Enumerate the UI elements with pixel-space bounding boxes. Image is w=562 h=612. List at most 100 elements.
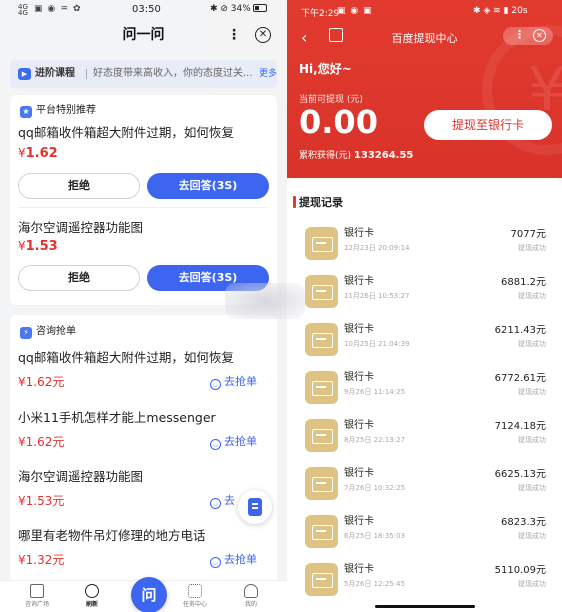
record-row[interactable]: 银行卡 8月25日 22:13:27 7124.18元 提现成功 [287,416,562,464]
consult-card: ⚡ 咨询抢单 qq邮箱收件箱超大附件过期，如何恢复 ¥1.62元 ◡ 去抢单 小米1… [10,315,277,585]
question-price: ¥1.32元 [18,553,65,567]
record-date: 6月25日 18:35:03 [344,532,406,540]
bank-card-icon [305,515,338,548]
record-row[interactable]: 银行卡 12月23日 20:09:14 7077元 提现成功 [287,224,562,272]
question-title[interactable]: qq邮箱收件箱超大附件过期，如何恢复 [18,347,234,366]
record-name: 银行卡 [344,276,374,287]
record-status: 提现成功 [518,292,546,300]
profile-icon [244,584,258,598]
banner-tag: 进阶课程 [35,68,75,79]
task-icon [188,584,202,598]
question-price: ¥1.53元 [18,494,65,508]
accumulated-earnings: 累积获得(元) 133264.55 [299,150,414,161]
tab-task-center[interactable]: 任务中心 [170,584,220,608]
record-amount: 6823.3元 [501,517,546,528]
status-time: 03:50 [132,4,161,15]
banner-more-link[interactable]: 更多 [259,60,277,88]
grab-order-button[interactable]: ◡ 去抢单 [210,433,257,450]
withdraw-hero: ¥ 下午2:29 ▣ ◉ ▣ ✱ ◈ ≋ ▮ 20s ‹ 百度提现中心 ⋮ ✕ … [287,0,562,178]
battery-icon [252,4,267,12]
record-date: 8月25日 22:13:27 [344,436,406,444]
record-name: 银行卡 [344,468,374,479]
refresh-icon [85,584,99,598]
records-title: 提现记录 [293,196,343,209]
close-icon[interactable]: ✕ [255,27,271,43]
course-banner[interactable]: ▶ 进阶课程 好态度带来高收入，你的态度过关... 更多 [10,60,277,88]
record-name: 银行卡 [344,228,374,239]
record-status: 提现成功 [518,244,546,252]
question-price: ¥1.53 [18,239,58,254]
record-row[interactable]: 银行卡 7月26日 10:32:25 6625.13元 提现成功 [287,464,562,512]
record-name: 银行卡 [344,516,374,527]
screenshot-root: 4G 4G ▣ ◉ ♒ ✿ 03:50 ✱ ⊘ 34% 问一问 ⋮ ✕ ▶ 进阶… [0,0,562,612]
smile-icon: ◡ [210,379,221,390]
bank-card-icon [305,419,338,452]
right-phone-screen: ¥ 下午2:29 ▣ ◉ ▣ ✱ ◈ ≋ ▮ 20s ‹ 百度提现中心 ⋮ ✕ … [287,0,562,612]
home-icon [30,584,44,598]
record-amount: 6772.61元 [494,373,546,384]
reject-button[interactable]: 拒绝 [18,265,140,291]
record-name: 银行卡 [344,324,374,335]
record-status: 提现成功 [518,532,546,540]
grab-order-button[interactable]: ◡ 去 [210,492,235,509]
notification-icons: ▣ ◉ ▣ [337,6,373,16]
recommended-card: ★ 平台特别推荐 qq邮箱收件箱超大附件过期，如何恢复 ¥1.62 拒绝 去回答(… [10,95,277,305]
record-amount: 7124.18元 [494,421,546,432]
question-title[interactable]: 海尔空调遥控器功能图 [18,466,143,485]
status-bar: 4G 4G ▣ ◉ ♒ ✿ 03:50 ✱ ⊘ 34% [0,0,287,612]
tab-ask[interactable]: 问 [124,577,174,612]
banner-text: 好态度带来高收入，你的态度过关... [93,68,253,79]
tab-refresh[interactable]: 刷新 [67,584,117,608]
record-name: 银行卡 [344,564,374,575]
floating-document-button[interactable] [238,490,272,524]
bank-card-icon [305,467,338,500]
record-name: 银行卡 [344,372,374,383]
question-title[interactable]: 海尔空调遥控器功能图 [18,217,143,236]
withdraw-to-bank-button[interactable]: 提现至银行卡 [424,110,552,140]
grab-order-button[interactable]: ◡ 去抢单 [210,373,257,390]
banner-divider [86,69,87,79]
bank-card-icon [305,563,338,596]
blur-artifact [225,283,305,319]
more-options-icon[interactable]: ⋮ [514,28,525,41]
withdraw-records: 提现记录 银行卡 12月23日 20:09:14 7077元 提现成功 银行卡 11月26… [287,178,562,612]
play-icon: ▶ [18,68,31,80]
bank-card-icon [305,227,338,260]
record-date: 9月26日 11:14:25 [344,388,406,396]
bottom-tab-bar: 咨询广场 刷新 问 任务中心 我的 [0,577,287,612]
star-icon: ★ [20,106,32,118]
record-amount: 6625.13元 [494,469,546,480]
record-row[interactable]: 银行卡 11月26日 10:53:27 6881.2元 提现成功 [287,272,562,320]
record-amount: 6211.43元 [494,325,546,336]
home-indicator [375,605,475,608]
divider [18,207,269,208]
record-date: 11月26日 10:53:27 [344,292,410,300]
record-date: 5月26日 12:25:45 [344,580,406,588]
record-status: 提现成功 [518,484,546,492]
bank-card-icon [305,371,338,404]
question-title[interactable]: qq邮箱收件箱超大附件过期，如何恢复 [18,122,234,141]
question-title[interactable]: 小米11手机怎样才能上messenger [18,407,216,426]
more-options-icon[interactable]: ⋮ [226,24,242,46]
close-icon[interactable]: ✕ [533,29,546,42]
record-status: 提现成功 [518,580,546,588]
record-row[interactable]: 银行卡 9月26日 11:14:25 6772.61元 提现成功 [287,368,562,416]
question-title[interactable]: 哪里有老物件吊灯修理的地方电话 [18,525,206,544]
answer-button[interactable]: 去回答(3S) [147,173,269,199]
record-date: 10月25日 21:04:39 [344,340,410,348]
record-row[interactable]: 银行卡 5月26日 12:25:45 5110.09元 提现成功 [287,560,562,608]
bank-card-icon [305,323,338,356]
record-date: 12月23日 20:09:14 [344,244,410,252]
reject-button[interactable]: 拒绝 [18,173,140,199]
status-bar: 下午2:29 ▣ ◉ ▣ ✱ ◈ ≋ ▮ 20s [287,0,562,22]
record-status: 提现成功 [518,340,546,348]
smile-icon: ◡ [210,498,221,509]
status-time: 下午2:29 [301,9,340,19]
tab-profile[interactable]: 我的 [226,584,276,608]
grab-order-button[interactable]: ◡ 去抢单 [210,551,257,568]
question-price: ¥1.62元 [18,435,65,449]
tab-consult-square[interactable]: 咨询广场 [12,584,62,608]
record-row[interactable]: 银行卡 6月25日 18:35:03 6823.3元提现成功 [287,512,562,560]
ask-icon: 问 [131,577,167,612]
record-row[interactable]: 银行卡 10月25日 21:04:39 6211.43元提现成功 [287,320,562,368]
